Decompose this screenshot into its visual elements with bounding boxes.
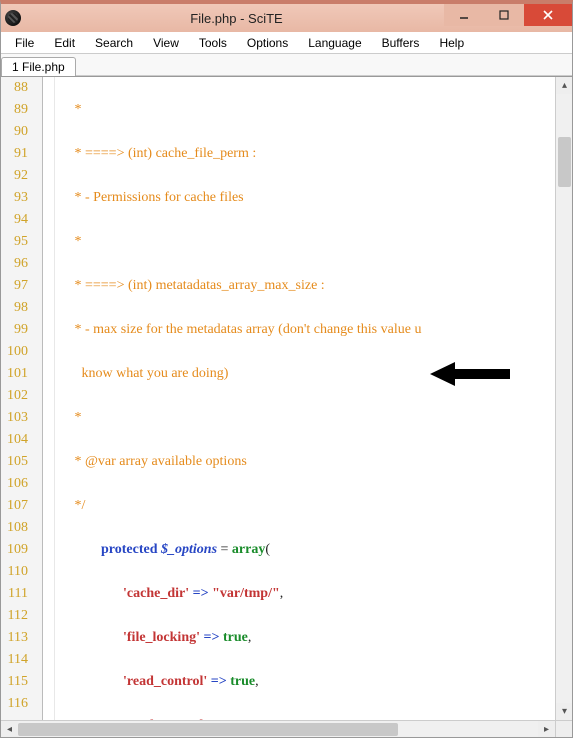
code-comment: * ====> (int) metatadatas_array_max_size… — [57, 278, 325, 293]
line-number: 100 — [7, 341, 28, 363]
line-number: 98 — [7, 297, 28, 319]
vertical-scrollbar[interactable]: ▴ ▾ — [555, 77, 572, 720]
line-number: 90 — [7, 121, 28, 143]
code-comment: * — [57, 410, 82, 425]
close-button[interactable] — [524, 4, 572, 26]
menu-help[interactable]: Help — [429, 34, 474, 52]
line-number: 102 — [7, 385, 28, 407]
minimize-icon — [459, 10, 469, 20]
line-number: 94 — [7, 209, 28, 231]
line-number: 103 — [7, 407, 28, 429]
app-icon — [5, 10, 21, 26]
menu-file[interactable]: File — [5, 34, 44, 52]
code-comment: know what you are doing) — [57, 366, 228, 381]
app-window: File.php - SciTE File Edit Search View T… — [0, 0, 573, 738]
code-area[interactable]: * * ====> (int) cache_file_perm : * - Pe… — [55, 77, 555, 720]
line-number: 115 — [7, 671, 28, 693]
line-number: 93 — [7, 187, 28, 209]
scroll-right-icon[interactable]: ▸ — [538, 721, 555, 738]
code-comment: * — [57, 102, 82, 117]
horizontal-scroll-thumb[interactable] — [18, 723, 398, 736]
menu-language[interactable]: Language — [298, 34, 371, 52]
scroll-left-icon[interactable]: ◂ — [1, 721, 18, 738]
code-comment: * ====> (int) cache_file_perm : — [57, 146, 256, 161]
line-number: 104 — [7, 429, 28, 451]
horizontal-scrollbar[interactable]: ◂ ▸ — [1, 720, 572, 737]
titlebar: File.php - SciTE — [1, 4, 572, 32]
line-number: 99 — [7, 319, 28, 341]
line-number: 95 — [7, 231, 28, 253]
line-number: 113 — [7, 627, 28, 649]
line-number: 107 — [7, 495, 28, 517]
menubar: File Edit Search View Tools Options Lang… — [1, 32, 572, 54]
menu-edit[interactable]: Edit — [44, 34, 85, 52]
code-comment: * — [57, 234, 82, 249]
line-number-gutter: 8889909192939495969798991001011021031041… — [1, 77, 43, 720]
vertical-scroll-thumb[interactable] — [558, 137, 571, 187]
line-number: 106 — [7, 473, 28, 495]
line-number: 110 — [7, 561, 28, 583]
code-function: array — [232, 542, 265, 557]
code-comment: */ — [57, 498, 85, 513]
minimize-button[interactable] — [444, 4, 484, 26]
menu-buffers[interactable]: Buffers — [372, 34, 430, 52]
line-number: 97 — [7, 275, 28, 297]
line-number: 109 — [7, 539, 28, 561]
line-number: 89 — [7, 99, 28, 121]
code-keyword: protected — [101, 542, 161, 557]
line-number: 105 — [7, 451, 28, 473]
line-number: 91 — [7, 143, 28, 165]
scroll-corner — [555, 721, 572, 738]
editor: 8889909192939495969798991001011021031041… — [1, 76, 572, 737]
scroll-up-icon[interactable]: ▴ — [556, 77, 572, 94]
maximize-button[interactable] — [484, 4, 524, 26]
tab-file-php[interactable]: 1 File.php — [1, 57, 76, 76]
fold-guide — [43, 77, 55, 720]
tabbar: 1 File.php — [1, 54, 572, 76]
scroll-down-icon[interactable]: ▾ — [556, 703, 572, 720]
menu-search[interactable]: Search — [85, 34, 143, 52]
window-title: File.php - SciTE — [29, 11, 444, 26]
line-number: 112 — [7, 605, 28, 627]
line-number: 114 — [7, 649, 28, 671]
line-number: 88 — [7, 77, 28, 99]
line-number: 92 — [7, 165, 28, 187]
code-variable: $_options — [161, 542, 217, 557]
line-number: 116 — [7, 693, 28, 715]
close-icon — [542, 9, 554, 21]
maximize-icon — [499, 10, 509, 20]
code-comment: * - max size for the metadatas array (do… — [57, 322, 421, 337]
line-number: 101 — [7, 363, 28, 385]
code-comment: * - Permissions for cache files — [57, 190, 244, 205]
menu-view[interactable]: View — [143, 34, 189, 52]
menu-options[interactable]: Options — [237, 34, 298, 52]
line-number: 111 — [7, 583, 28, 605]
line-number: 108 — [7, 517, 28, 539]
code-comment: * @var array available options — [57, 454, 247, 469]
line-number: 96 — [7, 253, 28, 275]
menu-tools[interactable]: Tools — [189, 34, 237, 52]
